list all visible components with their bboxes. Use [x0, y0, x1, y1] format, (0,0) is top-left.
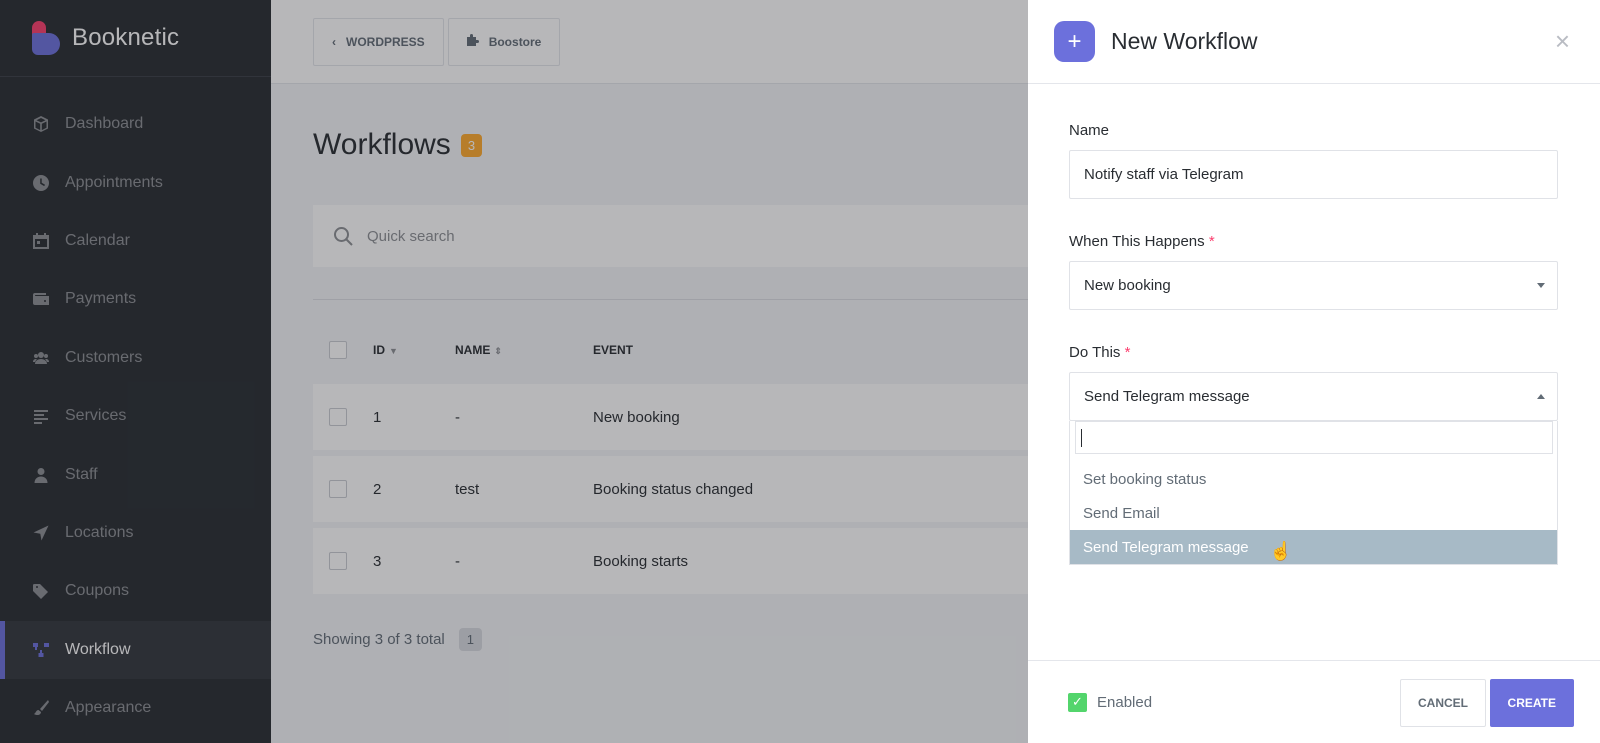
- required-mark: *: [1124, 344, 1131, 361]
- option-send-email[interactable]: Send Email: [1070, 496, 1557, 530]
- dropdown-search-input[interactable]: [1075, 421, 1553, 454]
- action-dropdown: Set booking status Send Email Send Teleg…: [1069, 421, 1558, 565]
- enabled-checkbox[interactable]: ✓: [1068, 692, 1087, 712]
- action-select[interactable]: Send Telegram message: [1069, 372, 1558, 421]
- name-input[interactable]: Notify staff via Telegram: [1069, 150, 1558, 199]
- cancel-button[interactable]: CANCEL: [1400, 679, 1486, 727]
- panel-header: + New Workflow ×: [1028, 0, 1600, 84]
- plus-icon: +: [1054, 21, 1095, 62]
- text-cursor: [1081, 428, 1082, 447]
- option-send-telegram-message[interactable]: Send Telegram message: [1070, 530, 1557, 564]
- action-label-text: Do This: [1069, 344, 1121, 361]
- hand-cursor-icon: ☝: [1269, 541, 1292, 561]
- event-label-text: When This Happens: [1069, 233, 1205, 250]
- event-label: When This Happens *: [1069, 233, 1558, 250]
- name-field-group: Name Notify staff via Telegram: [1069, 122, 1558, 199]
- panel-footer: ✓ Enabled CANCEL CREATE: [1028, 660, 1600, 743]
- modal-backdrop[interactable]: [0, 0, 1028, 743]
- name-input-value: Notify staff via Telegram: [1084, 166, 1244, 183]
- caret-down-icon: [1537, 283, 1545, 288]
- caret-up-icon: [1537, 394, 1545, 399]
- action-field-group: Do This * Send Telegram message Set book…: [1069, 344, 1558, 565]
- action-label: Do This *: [1069, 344, 1558, 361]
- event-select[interactable]: New booking: [1069, 261, 1558, 310]
- new-workflow-panel: + New Workflow × Name Notify staff via T…: [1028, 0, 1600, 743]
- create-button[interactable]: CREATE: [1489, 679, 1574, 727]
- event-field-group: When This Happens * New booking: [1069, 233, 1558, 310]
- workflow-form: Name Notify staff via Telegram When This…: [1028, 84, 1600, 565]
- action-select-value: Send Telegram message: [1084, 388, 1250, 405]
- enabled-label: Enabled: [1097, 693, 1153, 711]
- event-select-value: New booking: [1084, 277, 1171, 294]
- option-set-booking-status[interactable]: Set booking status: [1070, 462, 1557, 496]
- required-mark: *: [1208, 233, 1215, 250]
- name-label: Name: [1069, 122, 1110, 139]
- panel-title: New Workflow: [1111, 28, 1258, 54]
- close-icon[interactable]: ×: [1555, 28, 1570, 54]
